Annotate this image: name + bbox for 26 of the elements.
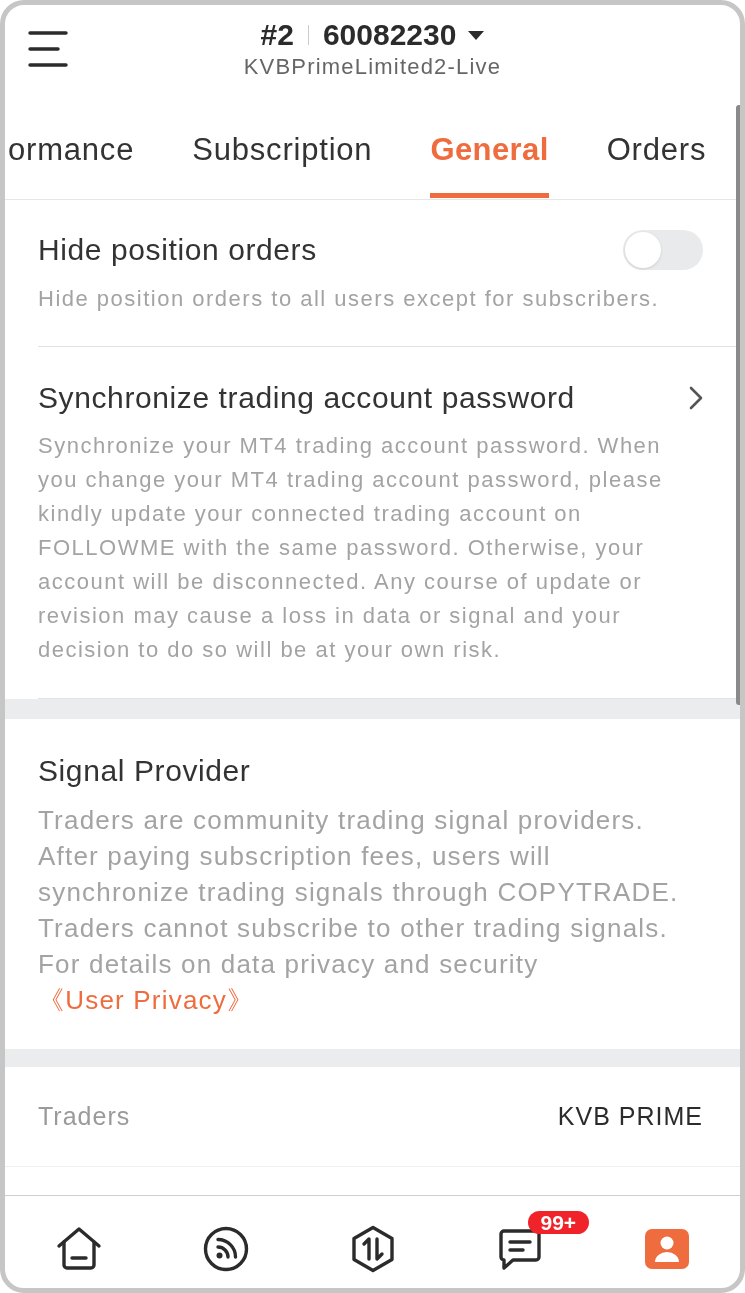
toggle-switch[interactable] [623, 230, 703, 270]
section-title: Signal Provider [38, 753, 252, 789]
notification-badge: 99+ [527, 1211, 590, 1234]
nav-tab[interactable] [201, 1225, 250, 1273]
info-value: KVB PRIME [557, 1100, 703, 1132]
rss-icon [201, 1225, 250, 1273]
home-icon [54, 1225, 103, 1273]
menu-button[interactable] [28, 30, 68, 68]
chevron-right-icon [689, 386, 703, 410]
nav-tab[interactable] [54, 1225, 103, 1273]
caret-down-icon[interactable] [468, 30, 485, 40]
person-icon [644, 1229, 689, 1269]
info-label: Traders [38, 1100, 131, 1132]
server-name: KVBPrimeLimited2-Live [243, 53, 502, 81]
section-description: Traders are community trading signal providers. After paying subscription fees, users will synchronize trading signals through COPYTRADE. Traders cannot subscribe to other trading signals. For details on data privacy and security 《User Privacy》 [38, 804, 680, 1017]
tab[interactable]: Orders [606, 105, 707, 198]
account-id[interactable]: 60082230 [322, 17, 457, 53]
setting-description: Synchronize your MT4 trading account password. When you change your MT4 trading account password, please kindly update your connected trading account on FOLLOWME with the same password. Otherwise, your account will be disconnected. Any course of update or revision may cause a loss in data or signal and your decision to do so will be at your own risk. [38, 432, 664, 664]
nav-tab[interactable]: 99+ [495, 1211, 593, 1273]
setting-description: Hide position orders to all users except for subscribers. [38, 285, 661, 313]
setting-title: Synchronize trading account password [38, 380, 575, 416]
tab[interactable]: ormance [8, 105, 135, 198]
setting-title: Hide position orders [38, 232, 317, 268]
tab[interactable]: Subscription [192, 105, 373, 198]
account-number: #2 [260, 17, 294, 53]
menu-icon [28, 30, 68, 68]
